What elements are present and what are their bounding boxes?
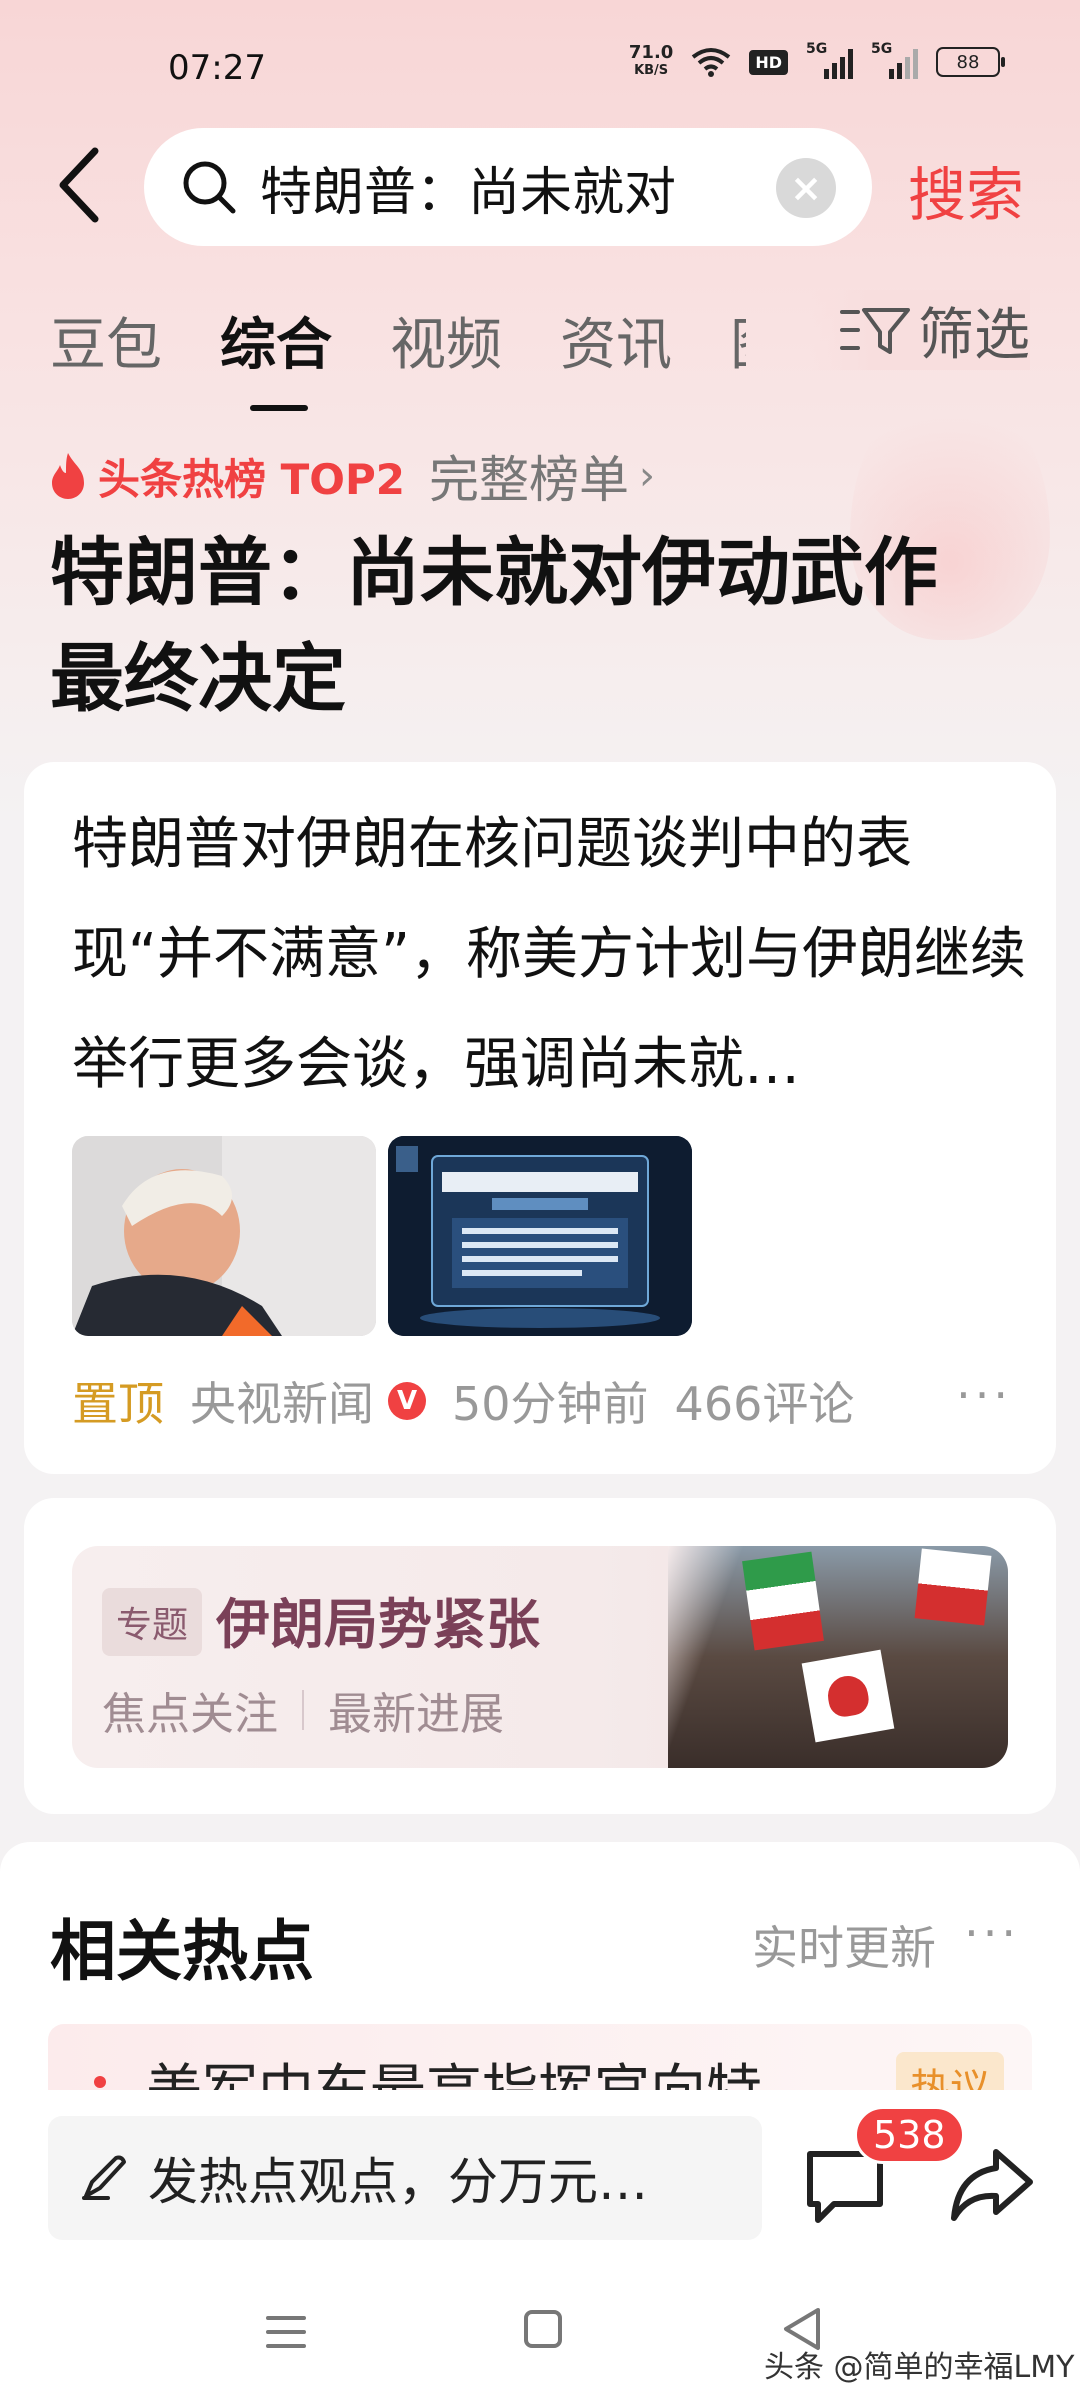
signal-icon: 5G [806,41,853,79]
flag-image [914,1548,992,1626]
protest-sign-image [801,1649,895,1743]
flag-image [742,1551,824,1651]
full-list-link[interactable]: 完整榜单 [429,440,629,512]
article-source[interactable]: 央视新闻 [190,1368,374,1434]
network-speed: 71.0 KB/S [629,44,673,80]
list-item-title[interactable]: 美军中东最高指挥官向特 [146,2046,762,2094]
home-icon[interactable] [524,2310,562,2348]
topic-banner[interactable]: 专题 伊朗局势紧张 焦点关注 最新进展 [72,1546,1008,1768]
wifi-icon [692,48,731,77]
system-nav-bar: 头条 @简单的幸福LMY [0,2250,1080,2400]
search-box[interactable]: 特朗普：尚未就对 × [144,128,872,246]
network-speed-value: 71.0 [628,42,674,63]
filter-button[interactable]: 筛选 [810,290,1030,370]
signal-label: 5G [871,41,893,57]
article-image-2[interactable] [388,1136,692,1336]
signal-icon: 5G [871,41,918,79]
topic-link-latest[interactable]: 最新进展 [328,1678,504,1742]
related-title: 相关热点 [50,1913,314,1990]
more-options-icon[interactable]: ··· [956,1368,1012,1422]
signal-label: 5G [806,41,828,57]
filter-label: 筛选 [918,302,1030,368]
hot-badge: 热议 [896,2052,1004,2094]
topic-link-focus[interactable]: 焦点关注 [102,1678,278,1742]
tab-doubao[interactable]: 豆包 [50,300,162,381]
tab-comprehensive[interactable]: 综合 [220,300,332,411]
pinned-label: 置顶 [72,1377,164,1431]
share-icon[interactable] [946,2138,1036,2228]
clear-search-button[interactable]: × [776,158,836,218]
news-screen-photo [388,1136,692,1336]
topic-card[interactable]: 专题 伊朗局势紧张 焦点关注 最新进展 [24,1498,1056,1814]
search-button[interactable]: 搜索 [908,148,1024,232]
close-icon: × [790,166,822,210]
more-options-icon[interactable]: ··· [964,1906,1020,1960]
back-button[interactable] [48,140,108,230]
chevron-right-icon: › [638,453,655,499]
filter-icon [840,308,910,354]
back-arrow-icon [59,147,99,223]
watermark: 头条 @简单的幸福LMY [764,2350,1075,2385]
hd-icon: HD [749,49,788,75]
article-time: 50分钟前 [452,1377,649,1431]
search-input[interactable]: 特朗普：尚未就对 [260,150,730,225]
tab-image[interactable]: 图 [730,300,746,381]
bullet-icon [94,2076,106,2088]
portrait-photo [72,1136,376,1336]
article-summary[interactable]: 特朗普对伊朗在核问题谈判中的表现“并不满意”，称美方计划与伊朗继续举行更多会谈，… [72,790,1032,1120]
article-card[interactable]: 特朗普对伊朗在核问题谈判中的表现“并不满意”，称美方计划与伊朗继续举行更多会谈，… [24,762,1056,1474]
topic-photo [668,1546,1008,1768]
article-meta: 置顶 央视新闻 V 50分钟前 466评论 ··· [72,1368,1012,1434]
pen-icon [82,2155,126,2200]
hot-list-rank: 头条热榜 TOP2 [98,454,405,504]
battery-icon: 88 [936,47,1005,77]
verified-icon: V [388,1382,426,1420]
status-bar: 07:27 71.0 KB/S HD 5G 5G 88 [0,0,1080,120]
comment-bar: 发热点观点，分万元… 538 [0,2090,1080,2250]
page-title: 特朗普：尚未就对伊动武作最终决定 [50,530,938,722]
comment-placeholder: 发热点观点，分万元… [148,2153,648,2211]
comment-input[interactable]: 发热点观点，分万元… [48,2116,762,2240]
hot-list-link[interactable]: 头条热榜 TOP2 完整榜单 › [48,440,655,512]
status-icons: 71.0 KB/S HD 5G 5G 88 [629,41,1005,80]
list-item[interactable]: 美军中东最高指挥官向特 热议 [48,2024,1032,2094]
topic-links: 焦点关注 最新进展 [102,1678,504,1742]
topic-title[interactable]: 伊朗局势紧张 [216,1580,540,1659]
tab-news[interactable]: 资讯 [560,300,672,381]
tab-video[interactable]: 视频 [390,300,502,381]
article-image-1[interactable] [72,1136,376,1336]
article-comments[interactable]: 466评论 [675,1368,855,1434]
topic-tag: 专题 [102,1588,203,1656]
status-time: 07:27 [168,48,266,88]
realtime-update-label: 实时更新 [752,1921,936,1975]
network-speed-unit: KB/S [634,63,669,78]
menu-icon[interactable] [266,2314,306,2350]
fire-icon [52,453,84,499]
search-icon [183,161,236,214]
divider [302,1690,304,1730]
